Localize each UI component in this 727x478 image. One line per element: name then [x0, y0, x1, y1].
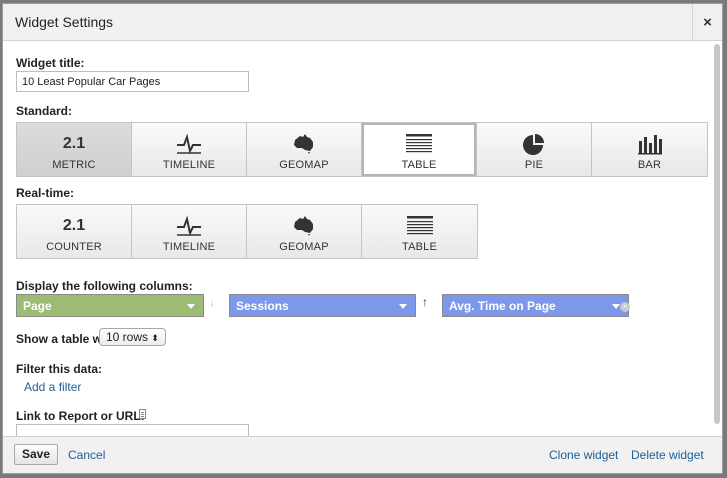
standard-tile-timeline[interactable]: TIMELINE	[132, 123, 247, 176]
realtime-tile-timeline[interactable]: TIMELINE	[132, 205, 247, 258]
tile-label: TABLE	[401, 159, 437, 171]
tile-label: GEOMAP	[279, 159, 329, 171]
dialog-footer: Save Cancel Clone widget Delete widget	[3, 436, 722, 473]
bar-icon	[637, 131, 662, 157]
widget-settings-dialog: Widget Settings × Widget title: Standard…	[2, 3, 723, 474]
realtime-tiles: 2.1 COUNTER TIMELINE GEOMAP TABLE	[16, 204, 478, 259]
geomap-icon	[292, 131, 316, 157]
counter-icon: 2.1	[62, 217, 86, 234]
standard-tile-table[interactable]: TABLE	[362, 123, 477, 176]
table-icon	[406, 213, 433, 239]
delete-widget-link[interactable]: Delete widget	[631, 448, 704, 462]
geomap-icon	[292, 213, 316, 239]
sort-down-icon[interactable]: ↓	[209, 295, 215, 309]
standard-tile-metric[interactable]: 2.1 METRIC	[17, 123, 132, 176]
realtime-tile-geomap[interactable]: GEOMAP	[247, 205, 362, 258]
widget-title-input[interactable]	[16, 71, 249, 92]
column-select-avg-time[interactable]: Avg. Time on Page	[442, 294, 629, 317]
tile-label: METRIC	[52, 159, 96, 171]
table-icon	[406, 131, 432, 157]
tile-label: BAR	[637, 159, 662, 171]
add-filter-link[interactable]: Add a filter	[24, 380, 81, 394]
timeline-icon	[176, 131, 202, 157]
standard-label: Standard:	[16, 104, 73, 118]
scrollbar[interactable]	[714, 44, 720, 424]
standard-tiles: 2.1 METRIC TIMELINE GEOMAP TABLE PIE BAR	[16, 122, 708, 177]
realtime-tile-counter[interactable]: 2.1 COUNTER	[17, 205, 132, 258]
column-select-page[interactable]: Page	[16, 294, 204, 317]
close-icon[interactable]: ×	[692, 4, 722, 40]
tile-label: PIE	[524, 159, 544, 171]
clone-widget-link[interactable]: Clone widget	[549, 448, 618, 462]
pie-icon	[523, 131, 545, 157]
sort-up-icon[interactable]: ↑	[422, 295, 428, 309]
filter-label: Filter this data:	[16, 362, 103, 376]
document-icon	[139, 409, 146, 419]
save-button[interactable]: Save	[14, 444, 58, 465]
tile-label: COUNTER	[46, 241, 102, 253]
standard-tile-pie[interactable]: PIE	[477, 123, 592, 176]
tile-label: TABLE	[401, 241, 438, 253]
link-label: Link to Report or URL:	[16, 409, 145, 423]
realtime-tile-table[interactable]: TABLE	[362, 205, 477, 258]
rows-select[interactable]: 10 rows ⬍	[99, 328, 166, 346]
column-select-sessions[interactable]: Sessions	[229, 294, 416, 317]
columns-label: Display the following columns:	[16, 279, 193, 293]
cancel-link[interactable]: Cancel	[68, 448, 105, 462]
standard-tile-geomap[interactable]: GEOMAP	[247, 123, 362, 176]
realtime-label: Real-time:	[16, 186, 75, 200]
timeline-icon	[176, 213, 202, 239]
tile-label: TIMELINE	[162, 241, 216, 253]
dialog-body: Widget title: Standard: 2.1 METRIC TIMEL…	[3, 41, 712, 437]
widget-title-label: Widget title:	[16, 56, 85, 70]
dialog-header: Widget Settings ×	[3, 4, 722, 41]
remove-column-icon[interactable]: ×	[620, 302, 630, 312]
standard-tile-bar[interactable]: BAR	[592, 123, 707, 176]
dialog-title: Widget Settings	[15, 14, 114, 30]
tile-label: TIMELINE	[162, 159, 216, 171]
tile-label: GEOMAP	[279, 241, 329, 253]
metric-icon: 2.1	[62, 135, 86, 152]
